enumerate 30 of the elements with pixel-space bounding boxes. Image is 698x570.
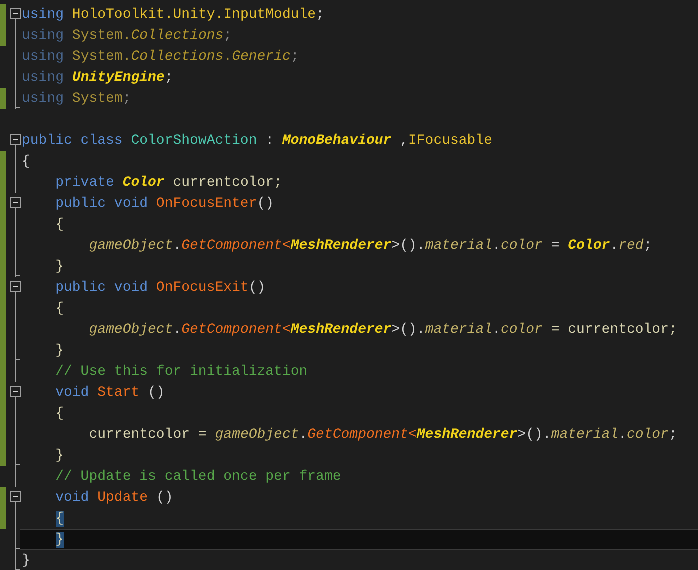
collapse-icon[interactable]	[10, 281, 21, 292]
code-line: public void OnFocusEnter()	[54, 196, 274, 212]
code-comment: // Update is called once per frame	[54, 468, 342, 484]
collapse-icon[interactable]	[10, 197, 21, 208]
collapse-icon[interactable]	[10, 134, 21, 145]
code-line: }	[22, 552, 30, 568]
code-line: {	[22, 154, 30, 170]
code-line: gameObject.GetComponent<MeshRenderer>().material.color = Color.red;	[88, 238, 652, 254]
code-line: using UnityEngine;	[22, 70, 174, 86]
code-line: using HoloToolkit.Unity.InputModule;	[22, 6, 324, 22]
code-line: public void OnFocusExit()	[54, 280, 266, 296]
code-line: {	[54, 300, 64, 316]
code-line: gameObject.GetComponent<MeshRenderer>().material.color = currentcolor;	[88, 322, 678, 338]
collapse-icon[interactable]	[10, 491, 21, 502]
code-line: void Update ()	[54, 490, 174, 506]
collapse-icon[interactable]	[10, 8, 21, 19]
code-line: using System;	[22, 90, 132, 106]
code-line: {	[54, 406, 64, 422]
code-line: public class ColorShowAction : MonoBehaviour ,IFocusable	[22, 132, 493, 148]
code-line: {	[54, 216, 64, 232]
code-line: currentcolor = gameObject.GetComponent<MeshRenderer>().material.color;	[88, 426, 678, 442]
code-line: using System.Collections;	[22, 28, 232, 44]
collapse-icon[interactable]	[10, 386, 21, 397]
code-line: }	[54, 258, 64, 274]
code-line: void Start ()	[54, 384, 165, 400]
code-line: }	[54, 448, 64, 464]
code-line: using System.Collections.Generic;	[22, 48, 300, 64]
code-line: }	[54, 342, 64, 358]
code-line: private Color currentcolor;	[54, 174, 282, 190]
code-comment: // Use this for initialization	[54, 364, 308, 380]
